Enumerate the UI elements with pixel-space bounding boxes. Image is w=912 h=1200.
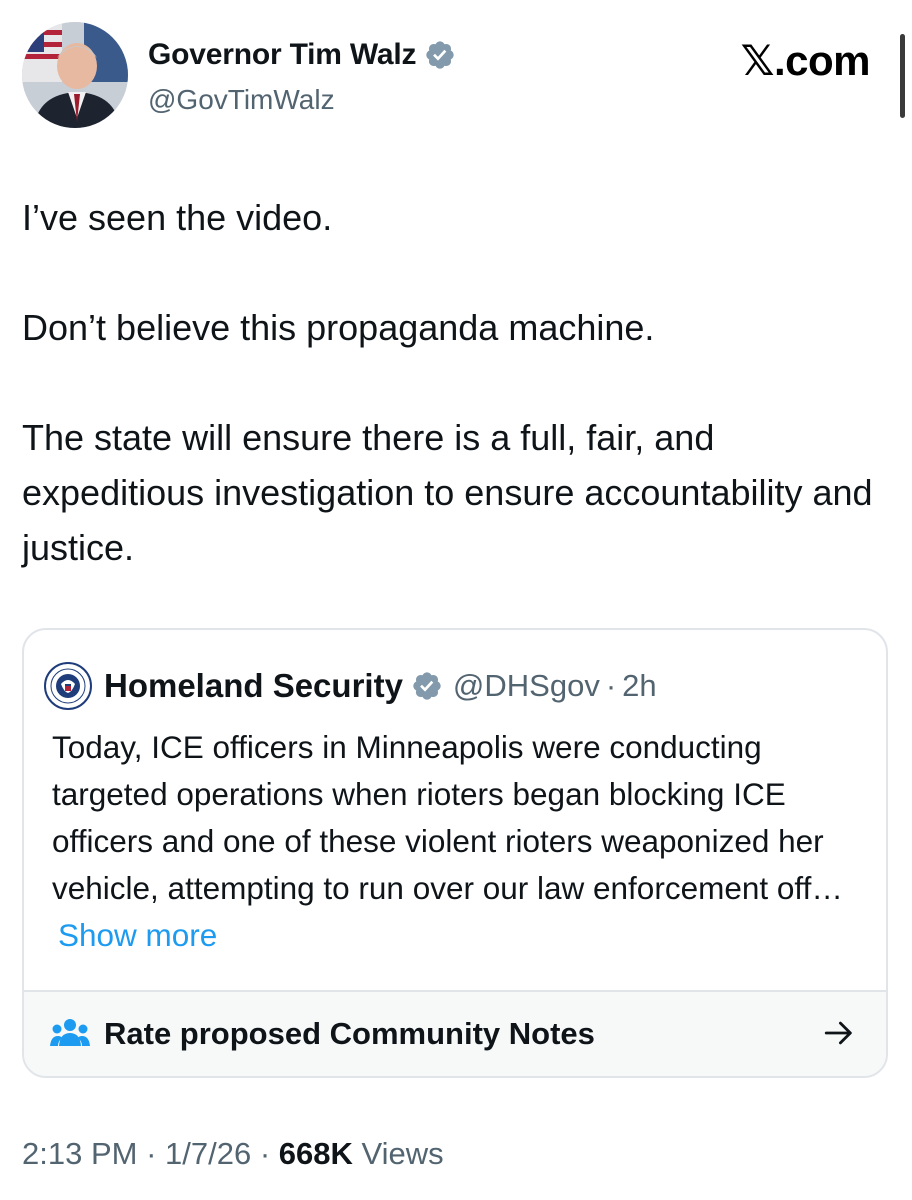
tweet-paragraph: Don’t believe this propaganda machine. xyxy=(22,307,655,348)
separator-dot: · xyxy=(251,1136,279,1171)
quoted-tweet-card[interactable]: Homeland Security @DHSgov · 2h Today, IC… xyxy=(22,628,888,1078)
quoted-tweet-body: Today, ICE officers in Minneapolis were … xyxy=(52,729,843,906)
separator-dot: · xyxy=(605,668,617,703)
tweet-paragraph: The state will ensure there is a full, f… xyxy=(22,417,873,568)
tweet-paragraph: I’ve seen the video. xyxy=(22,197,333,238)
tweet-metadata: 2:13 PM · 1/7/26 · 668K Views xyxy=(22,1136,444,1172)
author-handle[interactable]: @GovTimWalz xyxy=(148,84,335,116)
person-portrait-icon xyxy=(22,22,128,128)
quoted-author-name[interactable]: Homeland Security xyxy=(104,667,403,705)
show-more-link[interactable]: Show more xyxy=(58,917,217,953)
scrollbar[interactable] xyxy=(900,34,905,118)
community-notes-bar[interactable]: Rate proposed Community Notes xyxy=(24,990,886,1076)
author-name[interactable]: Governor Tim Walz xyxy=(148,38,417,72)
post-time[interactable]: 2:13 PM xyxy=(22,1136,137,1171)
verified-badge-icon xyxy=(426,41,454,69)
tweet-text: I’ve seen the video. Don’t believe this … xyxy=(22,190,882,575)
post-date[interactable]: 1/7/26 xyxy=(165,1136,251,1171)
separator-dot: · xyxy=(137,1136,166,1171)
author-avatar[interactable] xyxy=(22,22,128,128)
dhs-seal-icon[interactable] xyxy=(44,662,92,710)
people-group-icon xyxy=(50,1019,90,1046)
verified-badge-icon xyxy=(413,672,441,700)
community-notes-label[interactable]: Rate proposed Community Notes xyxy=(104,1016,595,1052)
quoted-tweet-text: Today, ICE officers in Minneapolis were … xyxy=(52,724,872,959)
quoted-tweet-header: Homeland Security @DHSgov · 2h xyxy=(44,662,657,710)
x-com-logo: 𝕏.com xyxy=(740,37,871,84)
arrow-right-icon[interactable] xyxy=(822,1016,856,1050)
quoted-timestamp[interactable]: 2h xyxy=(622,668,656,704)
tweet-header: Governor Tim Walz @GovTimWalz 𝕏.com xyxy=(22,22,890,134)
quoted-author-handle[interactable]: @DHSgov xyxy=(453,668,600,704)
views-count: 668K xyxy=(278,1136,353,1171)
views-label: Views xyxy=(352,1136,444,1171)
